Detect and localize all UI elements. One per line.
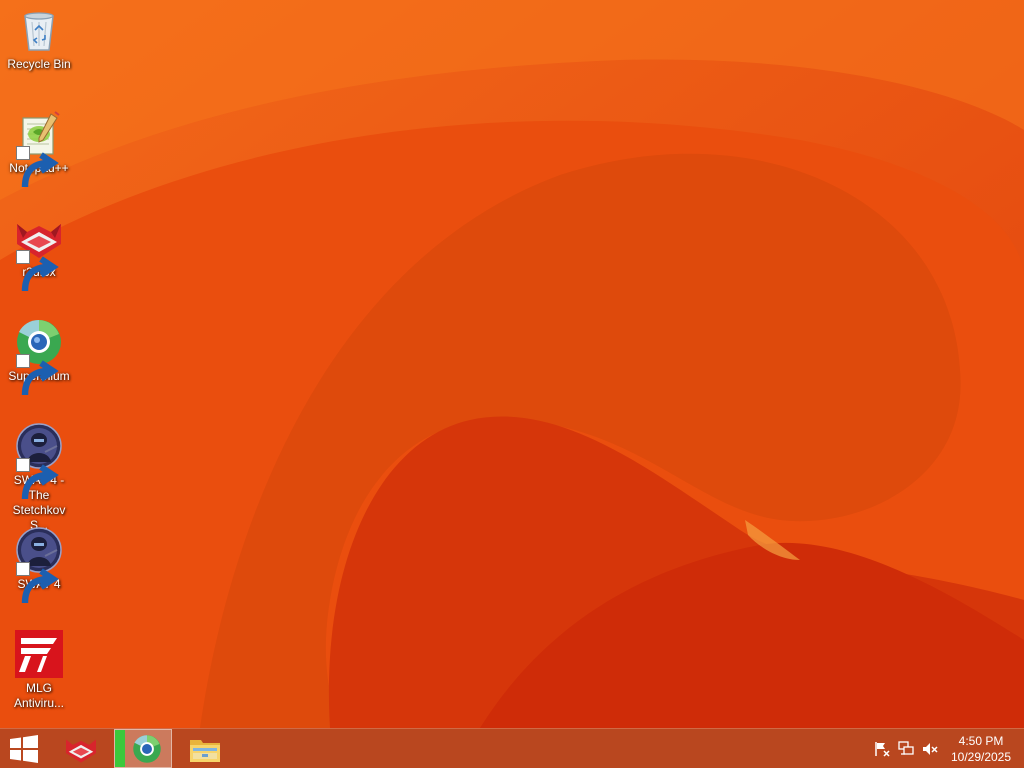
desktop-icon-mlg-antivirus[interactable]: MLG Antiviru...: [0, 624, 78, 711]
swat4-stetchkov-icon: [15, 422, 63, 500]
running-indicator: [115, 730, 125, 767]
shortcut-arrow-icon: [16, 146, 59, 188]
taskbar-item-r3dfox[interactable]: [58, 729, 104, 768]
windows-logo-icon: [10, 734, 38, 763]
r3dfox-icon: [66, 738, 96, 763]
desktop-icon-r3dfox[interactable]: r3dfox: [0, 208, 78, 292]
shortcut-arrow-icon: [16, 354, 59, 396]
supermium-icon: [133, 734, 161, 763]
shortcut-arrow-icon: [16, 562, 59, 604]
mlg-antivirus-icon: [15, 630, 63, 678]
desktop-icon-label: Recycle Bin: [7, 57, 71, 71]
desktop[interactable]: Recycle Bin Notepad++ r3dfox Supermium S…: [0, 0, 1024, 728]
clock-time: 4:50 PM: [958, 734, 1004, 748]
desktop-icon-notepad-plus-plus[interactable]: Notepad++: [0, 104, 78, 188]
desktop-icon-label: MLG Antiviru...: [13, 681, 64, 710]
shortcut-arrow-icon: [16, 250, 59, 292]
action-center-flag-icon[interactable]: [874, 741, 890, 757]
desktop-icon-supermium[interactable]: Supermium: [0, 312, 78, 396]
network-icon[interactable]: [898, 741, 914, 757]
desktop-icon-swat4[interactable]: SWAT 4: [0, 520, 78, 604]
swat4-icon: [15, 526, 63, 604]
start-button[interactable]: [0, 729, 48, 768]
taskbar-item-supermium[interactable]: [114, 729, 172, 768]
desktop-icon-swat4-stetchkov[interactable]: SWAT 4 - The Stetchkov S...: [0, 416, 78, 533]
desktop-icon-recycle-bin[interactable]: Recycle Bin: [0, 0, 78, 72]
shortcut-arrow-icon: [16, 458, 59, 500]
desktop-wallpaper: [0, 0, 1024, 728]
clock-date: 10/29/2025: [950, 750, 1012, 764]
folder-icon: [190, 739, 220, 762]
r3dfox-icon: [15, 214, 63, 292]
taskbar-clock[interactable]: 4:50 PM 10/29/2025: [944, 733, 1018, 765]
supermium-icon: [15, 318, 63, 396]
recycle-bin-icon: [15, 6, 63, 54]
notepad-plus-plus-icon: [15, 110, 63, 188]
taskbar-item-file-explorer[interactable]: [180, 729, 230, 768]
taskbar: 4:50 PM 10/29/2025: [0, 728, 1024, 768]
speaker-muted-icon[interactable]: [922, 741, 938, 757]
